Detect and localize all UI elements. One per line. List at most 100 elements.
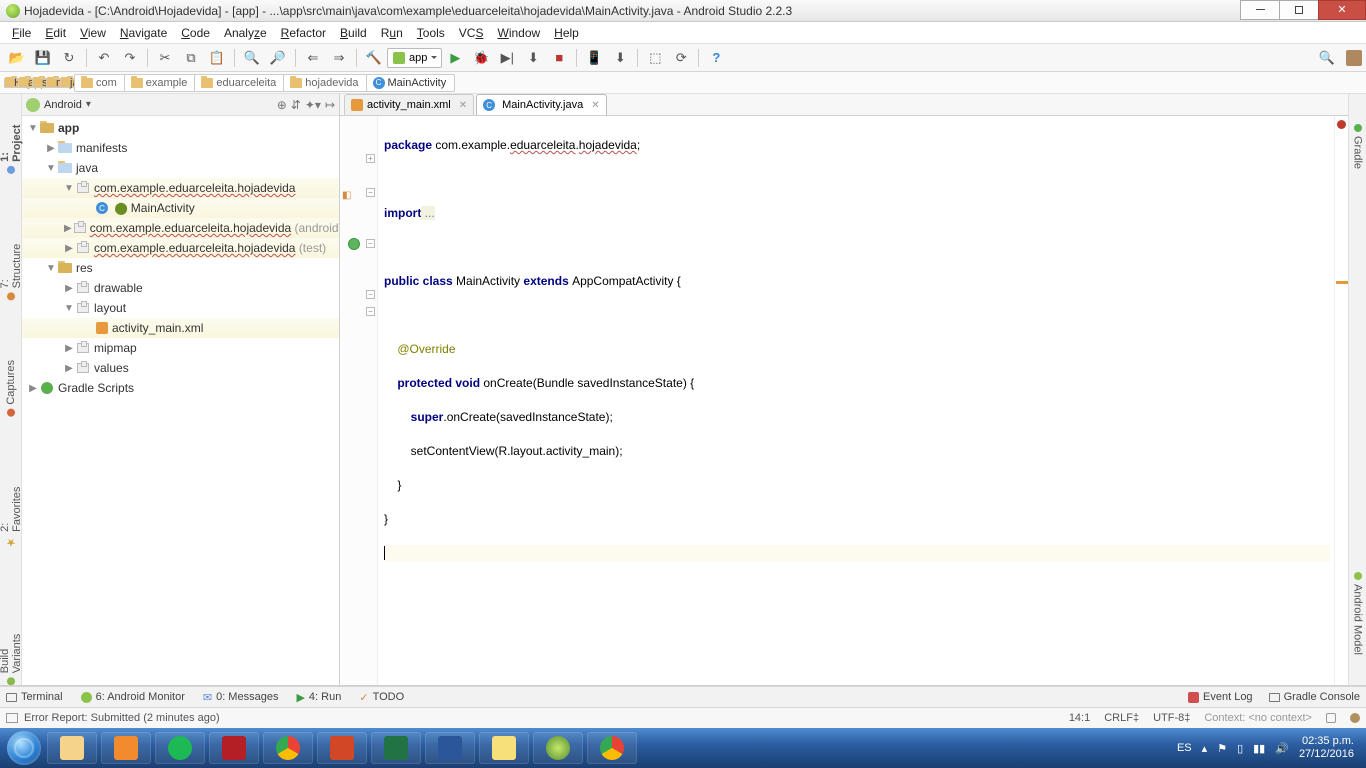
forward-icon[interactable]: ⇒ — [327, 47, 351, 69]
menu-edit[interactable]: Edit — [39, 24, 72, 42]
tray-language[interactable]: ES — [1177, 742, 1192, 754]
taskbar-explorer[interactable] — [47, 732, 97, 764]
editor-gutter[interactable]: + ◧ − − − − — [340, 116, 378, 685]
taskbar-spotify[interactable] — [155, 732, 205, 764]
redo-icon[interactable]: ↷ — [118, 47, 142, 69]
paste-icon[interactable]: 📋 — [205, 47, 229, 69]
tray-battery-icon[interactable]: ▯ — [1237, 742, 1243, 755]
minimize-button[interactable] — [1240, 0, 1280, 20]
help-icon[interactable]: ? — [704, 47, 728, 69]
undo-icon[interactable]: ↶ — [92, 47, 116, 69]
hector-icon[interactable] — [1350, 713, 1360, 723]
cut-icon[interactable]: ✂ — [153, 47, 177, 69]
collapse-icon[interactable]: ⇵ — [291, 98, 301, 112]
lock-icon[interactable] — [1326, 713, 1336, 723]
tool-tab-gradle-console[interactable]: Gradle Console — [1269, 691, 1360, 703]
context-label[interactable]: Context: <no context> — [1204, 712, 1312, 724]
start-button[interactable] — [4, 728, 44, 768]
make-icon[interactable]: 🔨 — [362, 47, 386, 69]
replace-icon[interactable]: 🔎 — [266, 47, 290, 69]
close-tab-icon[interactable]: ✕ — [591, 100, 599, 111]
tool-tab-messages[interactable]: ✉0: Messages — [203, 691, 279, 704]
tray-chevron-icon[interactable]: ▴ — [1202, 742, 1208, 755]
menu-run[interactable]: Run — [375, 24, 409, 42]
tool-tab-build-variants[interactable]: Build Variants — [0, 609, 23, 685]
taskbar-word[interactable] — [425, 732, 475, 764]
user-avatar-icon[interactable] — [1346, 50, 1362, 66]
tray-clock[interactable]: 02:35 p.m. 27/12/2016 — [1299, 735, 1354, 761]
save-icon[interactable]: 💾 — [31, 47, 55, 69]
taskbar-acrobat[interactable] — [209, 732, 259, 764]
close-tab-icon[interactable]: ✕ — [459, 100, 467, 111]
tray-flag-icon[interactable]: ⚑ — [1217, 742, 1227, 755]
hide-icon[interactable]: ↦ — [325, 98, 335, 112]
sync-icon[interactable]: ↻ — [57, 47, 81, 69]
profile-icon[interactable]: ▶| — [495, 47, 519, 69]
tool-tab-gradle[interactable]: Gradle — [1352, 124, 1364, 169]
find-icon[interactable]: 🔍 — [240, 47, 264, 69]
scroll-target-icon[interactable]: ⊕ — [277, 98, 287, 112]
error-marker-icon[interactable] — [1337, 120, 1346, 129]
tab-mainactivity-java[interactable]: CMainActivity.java✕ — [476, 94, 607, 115]
tool-tab-android-model[interactable]: Android Model — [1352, 572, 1364, 655]
tool-tab-project[interactable]: 1: Project — [0, 114, 23, 174]
tray-volume-icon[interactable]: 🔊 — [1275, 742, 1289, 755]
project-view-label[interactable]: Android — [44, 99, 82, 111]
close-button[interactable]: ✕ — [1318, 0, 1366, 20]
maximize-button[interactable] — [1279, 0, 1319, 20]
menu-code[interactable]: Code — [175, 24, 216, 42]
back-icon[interactable]: ⇐ — [301, 47, 325, 69]
tool-tab-terminal[interactable]: Terminal — [6, 691, 63, 703]
taskbar-chrome1[interactable] — [263, 732, 313, 764]
taskbar-excel[interactable] — [371, 732, 421, 764]
structure-icon[interactable]: ⬚ — [643, 47, 667, 69]
code-editor[interactable]: + ◧ − − − − package com.example.eduarcel… — [340, 116, 1348, 685]
run-icon[interactable]: ▶ — [443, 47, 467, 69]
tool-tab-structure[interactable]: 7: Structure — [0, 234, 23, 300]
tool-tab-run[interactable]: ▶4: Run — [296, 691, 341, 704]
menu-vcs[interactable]: VCS — [453, 24, 490, 42]
search-everywhere-icon[interactable]: 🔍 — [1315, 47, 1339, 69]
menu-window[interactable]: Window — [491, 24, 546, 42]
bc-mainactivity[interactable]: CMainActivity — [366, 74, 456, 92]
menu-refactor[interactable]: Refactor — [275, 24, 332, 42]
taskbar-powerpoint[interactable] — [317, 732, 367, 764]
stop-icon[interactable]: ■ — [547, 47, 571, 69]
taskbar-stickynotes[interactable] — [479, 732, 529, 764]
menu-help[interactable]: Help — [548, 24, 585, 42]
run-config-selector[interactable]: app — [387, 48, 442, 68]
sync-gradle-icon[interactable]: ⟳ — [669, 47, 693, 69]
taskbar-media[interactable] — [101, 732, 151, 764]
sdk-icon[interactable]: ⬇ — [608, 47, 632, 69]
menu-tools[interactable]: Tools — [411, 24, 451, 42]
attach-icon[interactable]: ⬇ — [521, 47, 545, 69]
tool-tab-captures[interactable]: Captures — [5, 360, 17, 417]
tab-activity-main-xml[interactable]: activity_main.xml✕ — [344, 94, 474, 115]
taskbar-chrome2[interactable] — [587, 732, 637, 764]
debug-icon[interactable]: 🐞 — [469, 47, 493, 69]
bc-example[interactable]: example — [124, 74, 197, 92]
avd-icon[interactable]: 📱 — [582, 47, 606, 69]
copy-icon[interactable]: ⧉ — [179, 47, 203, 69]
status-icon[interactable] — [6, 713, 18, 723]
bc-eduarceleita[interactable]: eduarceleita — [194, 74, 285, 92]
tool-tab-android-monitor[interactable]: 6: Android Monitor — [81, 691, 185, 703]
tool-tab-todo[interactable]: ✓TODO — [359, 691, 404, 704]
menu-navigate[interactable]: Navigate — [114, 24, 173, 42]
override-icon[interactable] — [348, 238, 360, 250]
line-ending[interactable]: CRLF‡ — [1104, 712, 1139, 724]
menu-build[interactable]: Build — [334, 24, 373, 42]
menu-view[interactable]: View — [74, 24, 112, 42]
taskbar-android-studio[interactable] — [533, 732, 583, 764]
bc-hojadevida[interactable]: hojadevida — [283, 74, 367, 92]
warning-marker-icon[interactable] — [1336, 281, 1348, 284]
error-stripe[interactable] — [1334, 116, 1348, 685]
tool-tab-event-log[interactable]: Event Log — [1188, 691, 1253, 703]
open-icon[interactable]: 📂 — [5, 47, 29, 69]
menu-analyze[interactable]: Analyze — [218, 24, 273, 42]
bc-com[interactable]: com — [74, 74, 126, 92]
tray-network-icon[interactable]: ▮▮ — [1253, 742, 1265, 755]
gear-icon[interactable]: ✦▾ — [305, 98, 321, 112]
file-encoding[interactable]: UTF-8‡ — [1153, 712, 1190, 724]
menu-file[interactable]: File — [6, 24, 37, 42]
